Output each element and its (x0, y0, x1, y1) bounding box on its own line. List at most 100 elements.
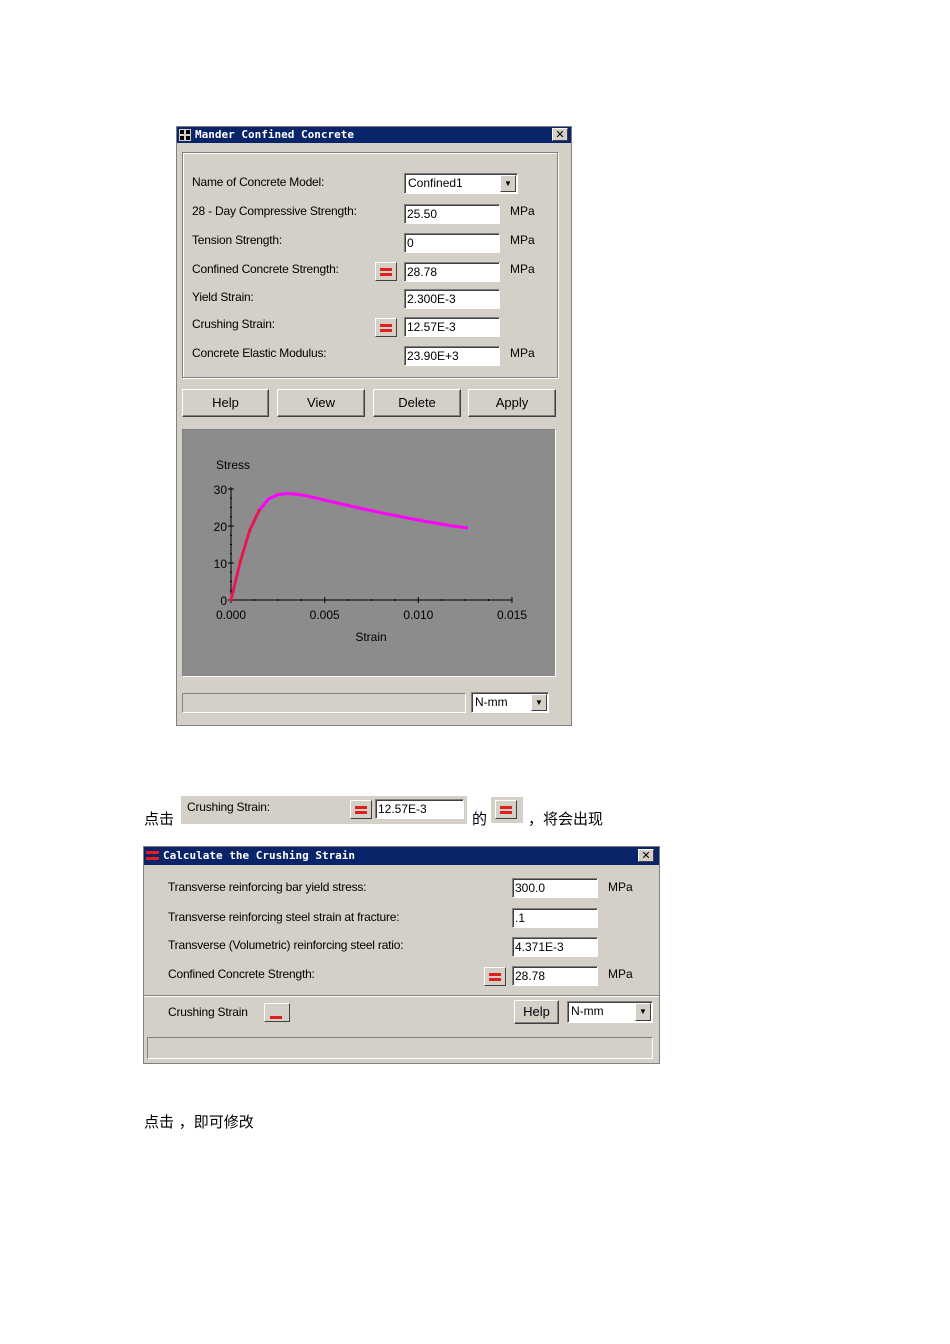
steel-ratio-input[interactable]: 4.371E-3 (512, 937, 598, 957)
data-point (248, 528, 252, 533)
confined-strength-input-2[interactable]: 28.78 (512, 966, 598, 986)
mander-title-bar[interactable]: Mander Confined Concrete ✕ (177, 127, 571, 143)
data-point (398, 514, 402, 518)
data-point (323, 498, 327, 502)
data-point (285, 491, 289, 496)
y-tick-label: 30 (214, 483, 228, 497)
units-select-2-value: N-mm (571, 1004, 604, 1018)
elastic-modulus-input[interactable]: 23.90E+3 (404, 346, 500, 366)
bar-yield-stress-unit: MPa (608, 880, 633, 894)
data-point (294, 492, 299, 496)
sentence-suffix: ，将会出现 (528, 810, 604, 828)
data-point (454, 524, 458, 528)
snippet-equals-button-icon (491, 797, 523, 823)
steel-fracture-strain-input[interactable]: .1 (512, 908, 598, 928)
help-button-2[interactable]: Help (514, 1000, 559, 1024)
elastic-modulus-unit: MPa (510, 346, 535, 360)
app-grid-icon (179, 129, 191, 141)
steel-fracture-strain-label: Transverse reinforcing steel strain at f… (168, 910, 400, 924)
crushing-strain-snippet: Crushing Strain: 12.57E-3 (181, 796, 467, 824)
model-name-label: Name of Concrete Model: (192, 175, 325, 189)
calculate-confined-strength-button-2[interactable] (484, 967, 506, 986)
data-point (276, 492, 280, 497)
confined-strength-unit-2: MPa (608, 967, 633, 981)
tension-unit: MPa (510, 233, 535, 247)
x-axis-label: Strain (355, 630, 386, 644)
crushing-strain-input[interactable]: 12.57E-3 (404, 317, 500, 337)
chevron-down-icon[interactable]: ▼ (635, 1003, 651, 1021)
bottom-sentence: 点击 ，即可修改 (144, 1113, 254, 1131)
fc28-label: 28 - Day Compressive Strength: (192, 204, 357, 218)
chevron-down-icon[interactable]: ▼ (500, 175, 516, 192)
data-point (464, 526, 469, 530)
ascending-branch-curve (229, 509, 261, 602)
help-button[interactable]: Help (182, 389, 269, 417)
bar-yield-stress-label: Transverse reinforcing bar yield stress: (168, 880, 367, 894)
crushing-title-text: Calculate the Crushing Strain (163, 849, 356, 862)
sentence-middle: 的 (472, 810, 488, 828)
bar-yield-stress-input[interactable]: 300.0 (512, 878, 598, 898)
steel-ratio-label: Transverse (Volumetric) reinforcing stee… (168, 938, 404, 952)
confined-strength-input[interactable]: 28.78 (404, 262, 500, 282)
status-bar-2 (147, 1037, 653, 1059)
confined-strength-label: Confined Concrete Strength: (192, 262, 339, 276)
view-button[interactable]: View (277, 389, 365, 417)
data-point (341, 502, 345, 507)
x-tick-label: 0.000 (216, 608, 246, 622)
data-point (360, 507, 364, 511)
units-select[interactable]: N-mm ▼ (471, 692, 549, 713)
data-point (416, 518, 420, 522)
model-name-select[interactable]: Confined1 ▼ (404, 173, 518, 194)
data-point (238, 559, 242, 563)
crushing-strain-label: Crushing Strain: (192, 317, 275, 331)
crushing-strain-result-label: Crushing Strain (168, 1005, 248, 1019)
snippet-equals-icon (350, 800, 372, 819)
crushing-title-bar[interactable]: Calculate the Crushing Strain ✕ (144, 847, 659, 865)
chart-layer: 0.000 0.005 0.010 0.015 0 10 20 30 (214, 483, 528, 622)
tension-label: Tension Strength: (192, 233, 282, 247)
yield-strain-label: Yield Strain: (192, 290, 254, 304)
data-point (304, 494, 308, 498)
y-axis-label: Stress (216, 458, 250, 472)
fc28-unit: MPa (510, 204, 535, 218)
calculate-confined-strength-button[interactable] (375, 262, 397, 281)
x-tick-label: 0.010 (403, 608, 433, 622)
yield-strain-input[interactable]: 2.300E-3 (404, 289, 500, 309)
crushing-strain-dialog: Calculate the Crushing Strain ✕ Transver… (143, 846, 660, 1064)
x-tick-label: 0.015 (497, 608, 527, 622)
mander-dialog: Mander Confined Concrete ✕ Name of Concr… (176, 126, 572, 726)
y-tick-label: 20 (214, 520, 228, 534)
stress-strain-chart: Stress Strain 0.000 0.005 0.010 0.015 0 10 20 3… (214, 458, 528, 644)
tension-input[interactable]: 0 (404, 233, 500, 253)
units-select-value: N-mm (475, 695, 508, 709)
close-icon[interactable]: ✕ (552, 128, 568, 141)
equals-icon (146, 851, 159, 861)
data-point (257, 508, 261, 513)
y-tick-label: 10 (214, 557, 228, 571)
sentence-prefix: 点击 (144, 810, 175, 828)
calculate-crushing-strain-button[interactable] (375, 318, 397, 337)
model-name-value: Confined1 (408, 176, 463, 190)
equals-icon (495, 800, 517, 819)
data-point (379, 511, 383, 515)
chevron-down-icon[interactable]: ▼ (531, 694, 547, 711)
stress-strain-plot: Stress Strain 0.000 0.005 0.010 0.015 0 10 20 3… (182, 429, 556, 677)
delete-button[interactable]: Delete (373, 389, 461, 417)
compute-crushing-strain-button[interactable] (264, 1003, 290, 1022)
confined-strength-label-2: Confined Concrete Strength: (168, 967, 315, 981)
data-point (266, 497, 271, 501)
data-point (435, 521, 439, 526)
stress-strain-curve (229, 492, 468, 602)
data-point (229, 598, 233, 602)
close-icon[interactable]: ✕ (638, 849, 654, 862)
confined-strength-unit: MPa (510, 262, 535, 276)
snippet-value: 12.57E-3 (375, 799, 464, 819)
fc28-input[interactable]: 25.50 (404, 204, 500, 224)
apply-button[interactable]: Apply (468, 389, 556, 417)
elastic-modulus-label: Concrete Elastic Modulus: (192, 346, 327, 360)
status-bar (182, 693, 466, 713)
snippet-label: Crushing Strain: (187, 800, 270, 814)
divider (144, 995, 659, 997)
x-tick-label: 0.005 (310, 608, 340, 622)
units-select-2[interactable]: N-mm ▼ (567, 1001, 653, 1023)
